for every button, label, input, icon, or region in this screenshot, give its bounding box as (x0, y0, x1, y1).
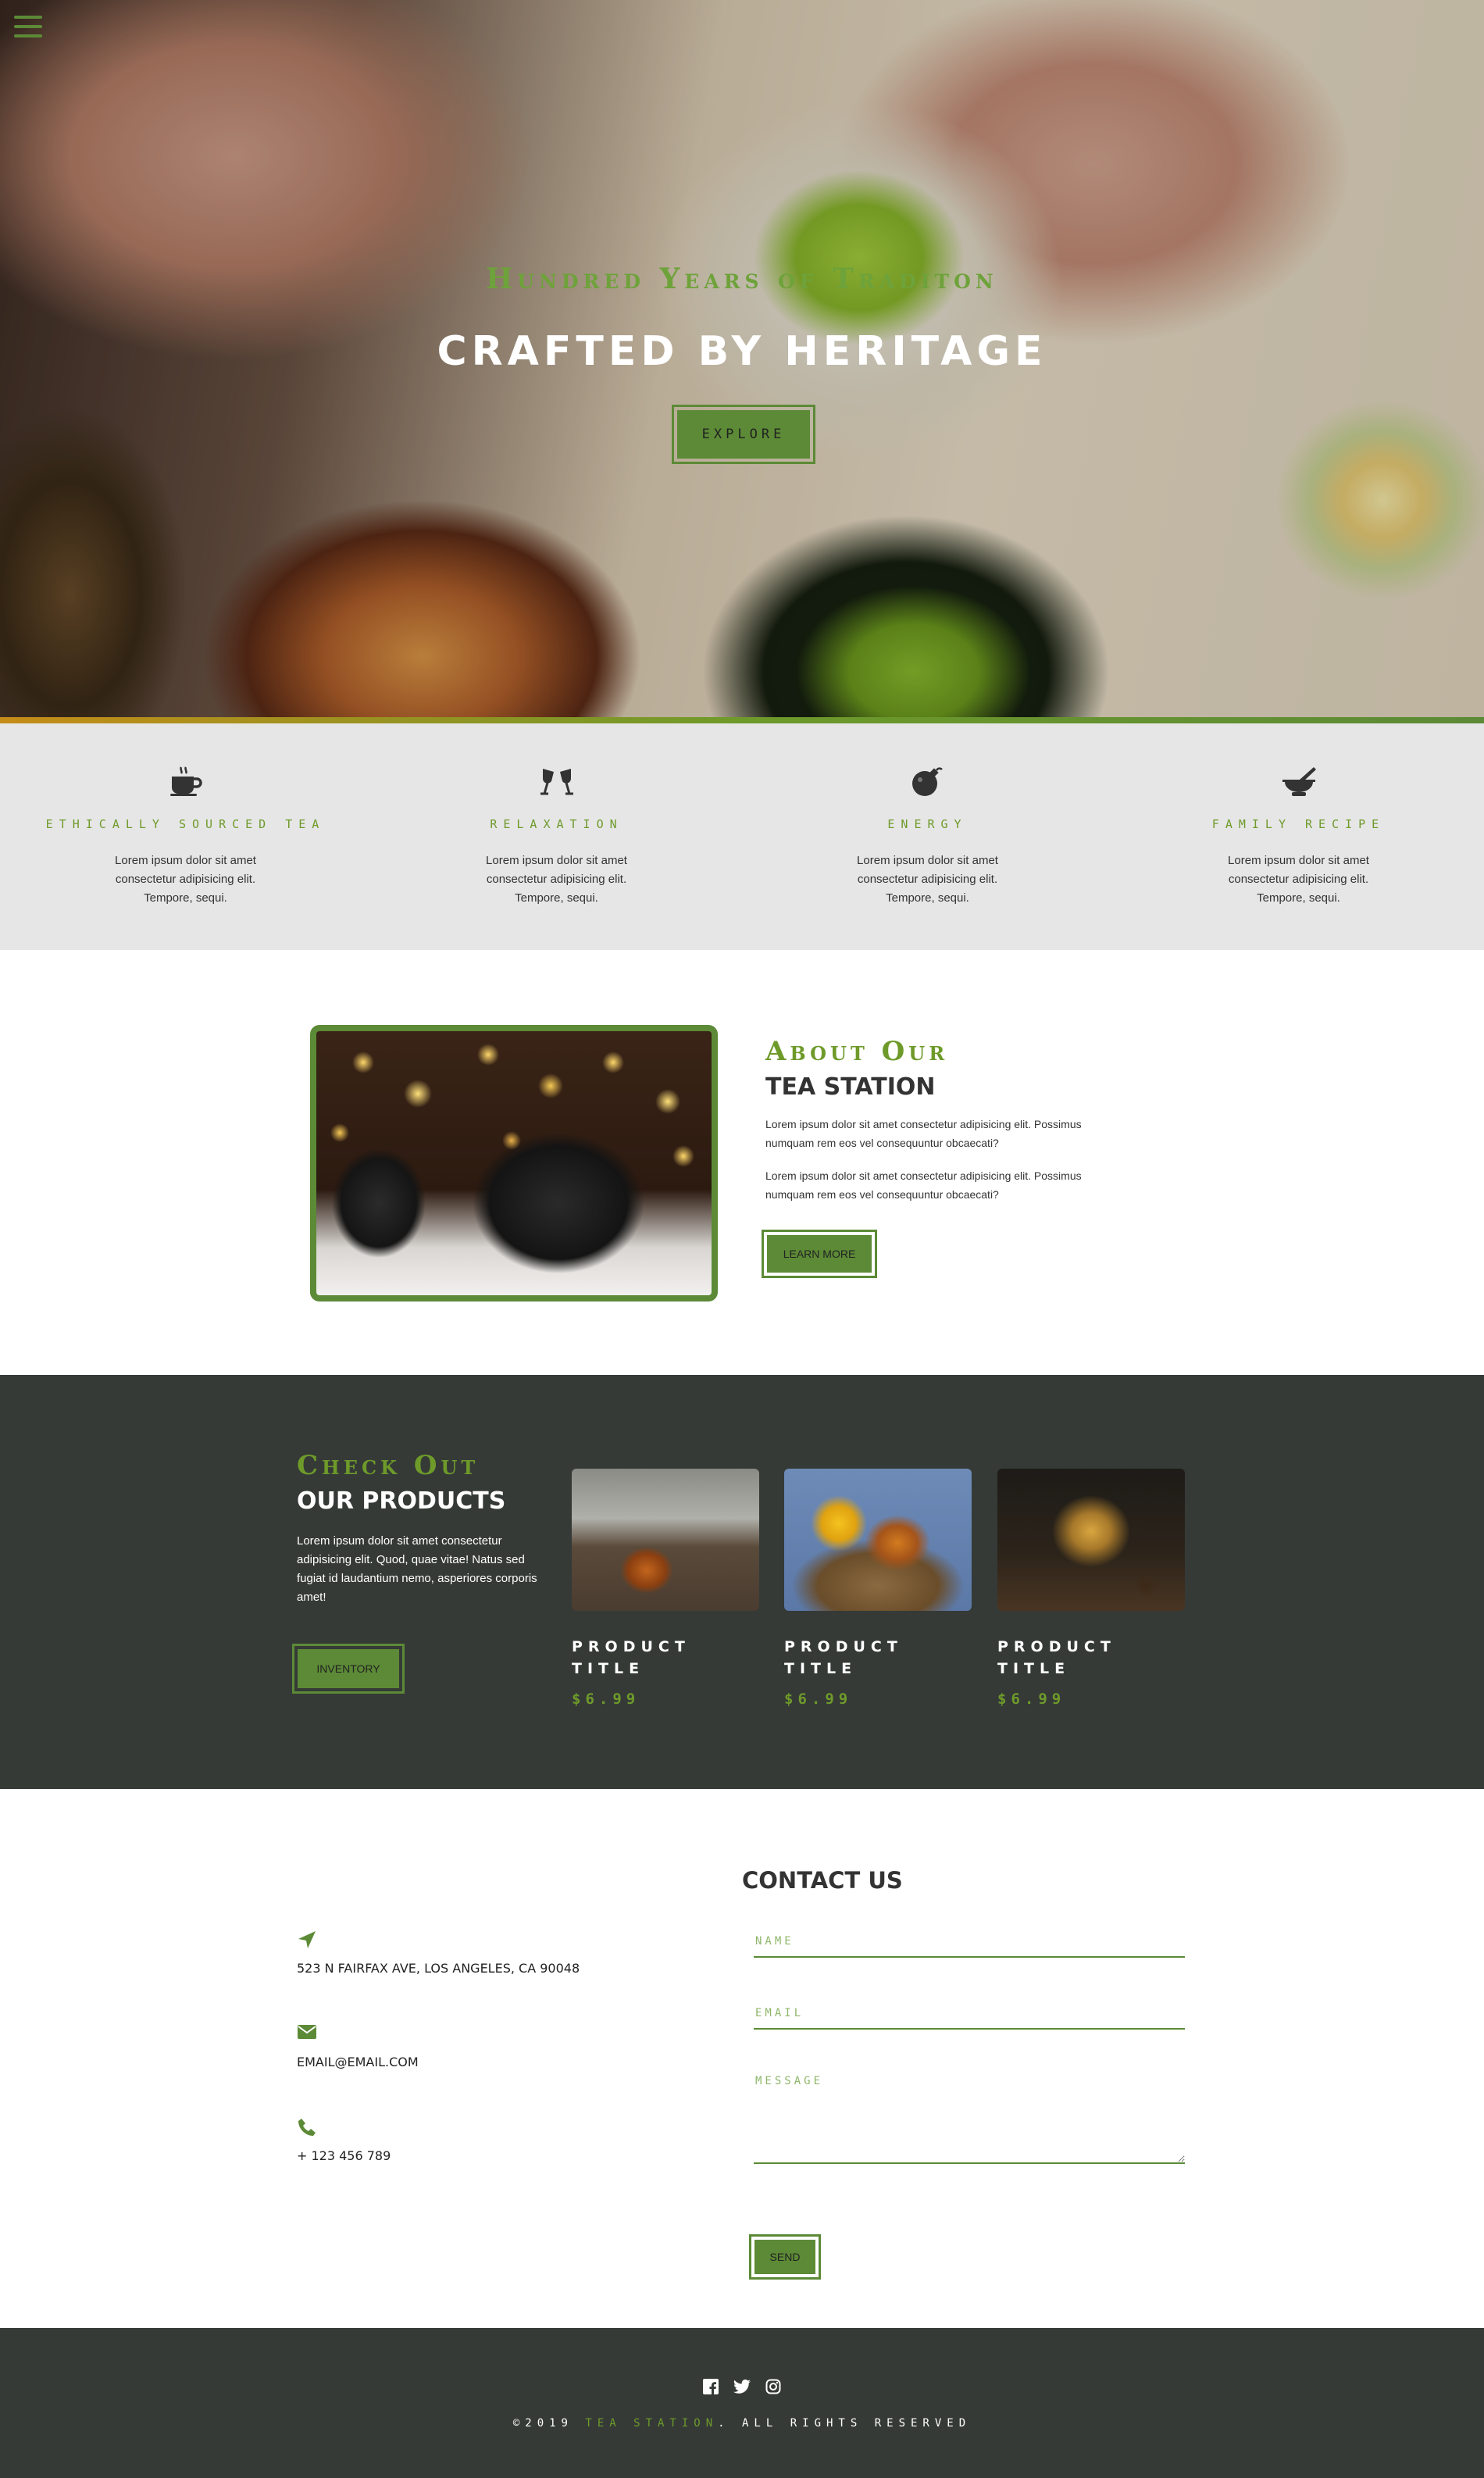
about-section: About Our TEA STATION Lorem ipsum dolor … (0, 950, 1484, 1375)
message-textarea[interactable] (754, 2067, 1185, 2164)
hero-divider (0, 717, 1484, 723)
copyright-text: ©2019 TEA STATION. ALL RIGHTS RESERVED (0, 2417, 1484, 2430)
feature-title: RELAXATION (490, 817, 623, 831)
twitter-icon[interactable] (733, 2378, 751, 2395)
product-title[interactable]: PRODUCT TITLE (572, 1636, 759, 1680)
contact-email: EMAIL@EMAIL.COM (297, 2023, 419, 2069)
product-price: $6.99 (572, 1691, 640, 1708)
phone-icon (297, 2117, 391, 2139)
teapot-image (310, 1025, 718, 1301)
product-price: $6.99 (997, 1691, 1066, 1708)
about-title: TEA STATION (765, 1073, 936, 1101)
product-image[interactable] (784, 1469, 972, 1611)
copyright-suffix: . ALL RIGHTS RESERVED (718, 2417, 972, 2430)
contact-title: CONTACT US (742, 1867, 903, 1894)
location-arrow-icon (297, 1930, 580, 1951)
about-paragraph: Lorem ipsum dolor sit amet consectetur a… (765, 1118, 1082, 1149)
footer-brand[interactable]: TEA STATION (585, 2417, 718, 2430)
product-image[interactable] (572, 1469, 759, 1611)
phone-text[interactable]: + 123 456 789 (297, 2148, 391, 2163)
mortar-pestle-icon (1113, 762, 1484, 800)
about-kicker: About Our (765, 1036, 949, 1067)
products-kicker: Check Out (297, 1450, 480, 1481)
feature-title: ETHICALLY SOURCED TEA (45, 817, 326, 831)
hero-section: Hundred Years of Traditon CRAFTED BY HER… (0, 0, 1484, 723)
bomb-icon (742, 762, 1113, 800)
explore-button[interactable]: EXPLORE (672, 405, 815, 464)
feature-title: ENERGY (887, 817, 968, 831)
contact-phone: + 123 456 789 (297, 2117, 391, 2163)
feature-item: FAMILY RECIPE Lorem ipsum dolor sit amet… (1113, 762, 1484, 950)
explore-button-label: EXPLORE (677, 410, 810, 459)
coffee-cup-icon (0, 762, 371, 800)
facebook-icon[interactable] (702, 2378, 719, 2395)
contact-section: 523 N FAIRFAX AVE, LOS ANGELES, CA 90048… (0, 1789, 1484, 2328)
envelope-icon (297, 2023, 419, 2045)
feature-text: Lorem ipsum dolor sit amet consectetur a… (857, 854, 998, 905)
footer: ©2019 TEA STATION. ALL RIGHTS RESERVED (0, 2328, 1484, 2478)
product-price: $6.99 (784, 1691, 853, 1708)
learn-more-button[interactable]: LEARN MORE (762, 1230, 877, 1278)
product-title[interactable]: PRODUCT TITLE (784, 1636, 972, 1680)
feature-text: Lorem ipsum dolor sit amet consectetur a… (115, 854, 256, 905)
social-links (0, 2378, 1484, 2395)
name-input[interactable] (754, 1926, 1185, 1958)
product-card[interactable]: PRODUCT TITLE $6.99 (572, 1469, 759, 1708)
email-text[interactable]: EMAIL@EMAIL.COM (297, 2055, 419, 2069)
feature-item: ENERGY Lorem ipsum dolor sit amet consec… (742, 762, 1113, 950)
product-title[interactable]: PRODUCT TITLE (997, 1636, 1185, 1680)
feature-title: FAMILY RECIPE (1211, 817, 1386, 831)
hero-kicker: Hundred Years of Traditon (486, 262, 998, 295)
product-card[interactable]: PRODUCT TITLE $6.99 (997, 1469, 1185, 1708)
hamburger-menu-icon[interactable] (14, 16, 42, 37)
about-paragraph: Lorem ipsum dolor sit amet consectetur a… (765, 1169, 1082, 1201)
products-title: OUR PRODUCTS (297, 1487, 506, 1515)
product-card[interactable]: PRODUCT TITLE $6.99 (784, 1469, 972, 1708)
wine-glasses-icon (371, 762, 742, 800)
feature-text: Lorem ipsum dolor sit amet consectetur a… (1228, 854, 1369, 905)
feature-item: ETHICALLY SOURCED TEA Lorem ipsum dolor … (0, 762, 371, 950)
inventory-label: INVENTORY (298, 1649, 399, 1688)
send-button[interactable]: SEND (749, 2234, 821, 2280)
address-text: 523 N FAIRFAX AVE, LOS ANGELES, CA 90048 (297, 1961, 580, 1976)
inventory-button[interactable]: INVENTORY (292, 1644, 405, 1694)
send-label: SEND (754, 2240, 815, 2274)
learn-more-label: LEARN MORE (767, 1235, 872, 1273)
contact-address: 523 N FAIRFAX AVE, LOS ANGELES, CA 90048 (297, 1930, 580, 1976)
feature-item: RELAXATION Lorem ipsum dolor sit amet co… (371, 762, 742, 950)
copyright-prefix: ©2019 (512, 2417, 586, 2430)
products-text: Lorem ipsum dolor sit amet consectetur a… (297, 1534, 537, 1604)
products-section: Check Out OUR PRODUCTS Lorem ipsum dolor… (0, 1375, 1484, 1789)
product-image[interactable] (997, 1469, 1185, 1611)
feature-text: Lorem ipsum dolor sit amet consectetur a… (486, 854, 627, 905)
instagram-icon[interactable] (765, 2378, 782, 2395)
hero-title: CRAFTED BY HERITAGE (437, 328, 1047, 375)
email-input[interactable] (754, 1998, 1185, 2030)
features-section: ETHICALLY SOURCED TEA Lorem ipsum dolor … (0, 723, 1484, 950)
